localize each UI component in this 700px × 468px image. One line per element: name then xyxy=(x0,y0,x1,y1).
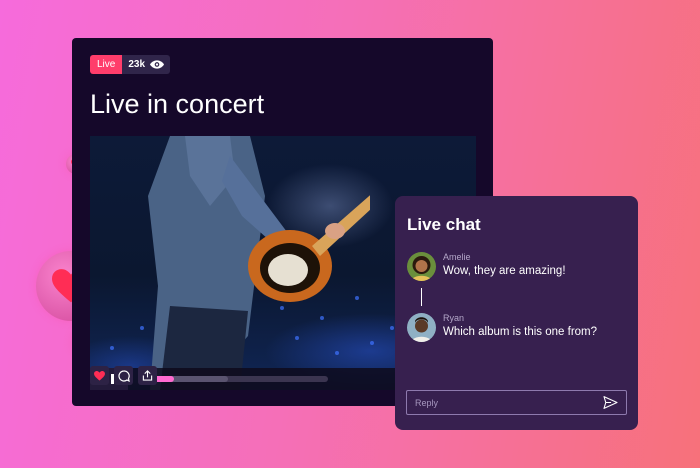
comment-icon xyxy=(117,369,130,382)
stream-title: Live in concert xyxy=(90,89,265,119)
chat-author: Amelie xyxy=(443,252,471,262)
viewer-count-badge: 23k xyxy=(122,55,171,74)
live-badge: Live xyxy=(90,55,123,74)
avatar-ryan-image xyxy=(407,313,436,342)
avatar xyxy=(407,313,436,342)
share-icon xyxy=(142,370,153,381)
eye-icon xyxy=(150,60,165,69)
like-button[interactable] xyxy=(90,366,109,385)
reply-input[interactable]: Reply xyxy=(406,390,627,415)
avatar xyxy=(407,252,436,281)
chat-message: Ryan Which album is this one from? xyxy=(407,313,597,342)
chat-text: Which album is this one from? xyxy=(443,326,598,338)
avatar-amelie-image xyxy=(407,252,436,281)
guitarist-image xyxy=(148,136,370,390)
stream-badges: Live 23k xyxy=(90,55,171,74)
progress-bar[interactable] xyxy=(142,376,328,382)
chat-title: Live chat xyxy=(407,215,481,234)
send-icon[interactable] xyxy=(603,396,618,409)
comment-button[interactable] xyxy=(114,366,133,385)
stream-actions xyxy=(90,366,157,385)
chat-author: Ryan xyxy=(443,313,465,323)
thread-connector xyxy=(421,288,422,306)
live-chat-panel: Live chat Amelie Wow, they are amazing! xyxy=(395,196,638,430)
chat-message: Amelie Wow, they are amazing! xyxy=(407,252,566,281)
chat-text: Wow, they are amazing! xyxy=(443,265,566,277)
share-button[interactable] xyxy=(138,366,157,385)
viewer-count: 23k xyxy=(128,59,146,70)
reply-placeholder: Reply xyxy=(415,397,439,408)
heart-icon xyxy=(94,370,105,381)
